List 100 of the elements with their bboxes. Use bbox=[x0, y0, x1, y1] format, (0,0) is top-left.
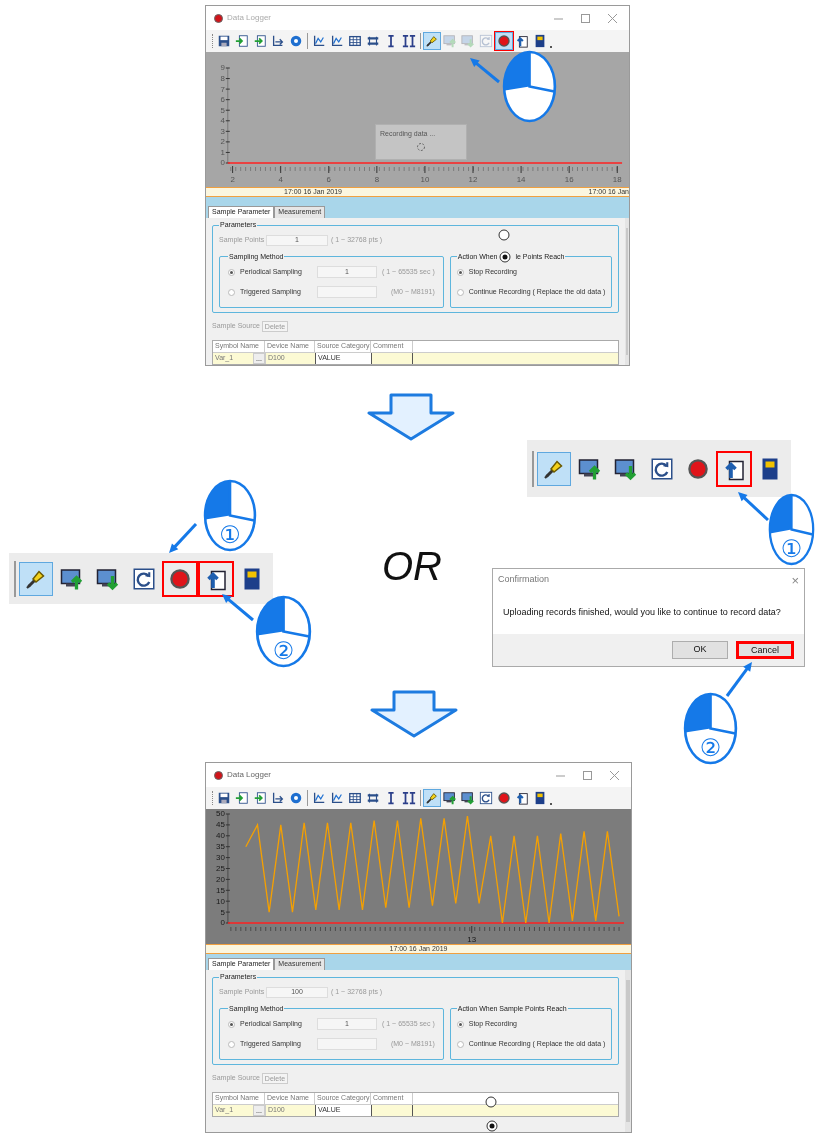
x-tick: 16 bbox=[564, 165, 574, 184]
radio-circle-icon bbox=[498, 229, 510, 241]
toolbar-button[interactable] bbox=[164, 562, 196, 595]
y-tick: 10 bbox=[216, 896, 231, 906]
radio-button[interactable] bbox=[456, 288, 464, 296]
step-number: ② bbox=[271, 638, 296, 664]
input-field[interactable] bbox=[317, 1038, 377, 1050]
radio-button[interactable] bbox=[228, 1040, 235, 1048]
y-tick-label: 3 bbox=[220, 126, 226, 136]
radio-button[interactable] bbox=[228, 268, 235, 276]
dialog-button[interactable]: OK bbox=[672, 641, 728, 659]
x-tick-label: 10 bbox=[420, 174, 430, 185]
y-tick-label: 0 bbox=[220, 918, 226, 928]
y-tick-label: 40 bbox=[216, 831, 226, 841]
line-chart-icon bbox=[312, 791, 326, 805]
pointer-arrow bbox=[169, 522, 198, 553]
window-title: Data Logger bbox=[227, 769, 272, 781]
y-tick-label: 8 bbox=[220, 74, 226, 84]
toolbar-button[interactable] bbox=[718, 452, 750, 485]
mouse-icon bbox=[683, 692, 738, 765]
pointer-arrow bbox=[470, 58, 500, 84]
document-upload-icon bbox=[515, 791, 529, 805]
x-tick: 4 bbox=[278, 165, 283, 184]
record-icon bbox=[168, 566, 192, 591]
toolbar-button[interactable] bbox=[401, 790, 417, 806]
x-tick-label: 6 bbox=[326, 174, 332, 185]
toolbar-button[interactable] bbox=[514, 790, 530, 806]
toolbar-button[interactable] bbox=[329, 790, 345, 806]
close-icon[interactable] bbox=[608, 13, 617, 23]
x-tick: 6 bbox=[326, 165, 331, 184]
step-number: ② bbox=[698, 735, 723, 761]
toolbar-button[interactable] bbox=[347, 33, 363, 49]
scrollbar[interactable] bbox=[625, 218, 629, 365]
y-tick-label: 4 bbox=[220, 116, 226, 126]
toolbar-button[interactable] bbox=[311, 790, 327, 806]
monitor-arrow-icon bbox=[96, 566, 120, 591]
y-tick: 5 bbox=[220, 105, 231, 115]
y-tick-label: 15 bbox=[216, 885, 226, 895]
toolbar-button[interactable] bbox=[401, 33, 417, 49]
y-tick: 35 bbox=[216, 842, 231, 852]
radio-selected-icon bbox=[499, 251, 511, 263]
maximize-icon[interactable] bbox=[581, 13, 590, 23]
toolbar-button[interactable] bbox=[478, 790, 494, 806]
dialog-button[interactable]: Cancel bbox=[736, 641, 794, 659]
maximize-icon[interactable] bbox=[583, 770, 592, 780]
toolbar-button[interactable] bbox=[496, 790, 512, 806]
app-logo-icon bbox=[214, 770, 223, 780]
x-tick-label: 18 bbox=[612, 174, 623, 185]
toolbar-button[interactable] bbox=[460, 790, 476, 806]
x-tick-label: 12 bbox=[468, 174, 478, 185]
y-tick-label: 45 bbox=[216, 820, 226, 830]
mouse-icon bbox=[255, 595, 312, 668]
toolbar-button[interactable] bbox=[311, 33, 327, 49]
refresh-icon bbox=[650, 456, 674, 481]
radio-button[interactable] bbox=[456, 1020, 464, 1028]
toolbar-button[interactable] bbox=[347, 790, 363, 806]
radio-button[interactable] bbox=[228, 288, 235, 296]
record-icon bbox=[497, 34, 511, 48]
toolbar-button[interactable] bbox=[442, 790, 458, 806]
down-arrow-icon bbox=[370, 690, 458, 738]
y-tick-label: 5 bbox=[220, 105, 226, 115]
gear-icon bbox=[289, 791, 303, 805]
x-tick-label: 8 bbox=[374, 174, 380, 185]
toolbar-button[interactable] bbox=[216, 790, 232, 806]
document-upload-icon bbox=[515, 34, 529, 48]
chart-arrow-icon bbox=[271, 34, 285, 48]
refresh-icon bbox=[132, 566, 156, 591]
y-tick-label: 6 bbox=[220, 95, 226, 105]
radio-circle-icon bbox=[485, 1096, 497, 1108]
toolbar-button[interactable] bbox=[329, 33, 345, 49]
toolbar-button[interactable] bbox=[216, 33, 232, 49]
toolbar-button[interactable] bbox=[514, 33, 530, 49]
app-logo-icon bbox=[214, 13, 223, 23]
toolbar-button[interactable] bbox=[270, 33, 286, 49]
refresh-icon bbox=[479, 791, 493, 805]
radio-button[interactable] bbox=[456, 268, 464, 276]
refresh-icon bbox=[479, 34, 493, 48]
y-tick: 3 bbox=[220, 126, 231, 136]
double-i-beam-icon bbox=[402, 791, 416, 805]
y-tick: 40 bbox=[216, 831, 231, 841]
close-icon[interactable] bbox=[610, 770, 619, 780]
x-tick: 10 bbox=[420, 165, 430, 184]
spinner-icon bbox=[416, 141, 426, 152]
input-field[interactable] bbox=[317, 286, 377, 298]
plug-icon bbox=[425, 791, 439, 805]
y-tick: 30 bbox=[216, 853, 231, 863]
close-button[interactable]: × bbox=[791, 573, 799, 587]
y-tick: 45 bbox=[216, 820, 231, 830]
scrollbar[interactable] bbox=[625, 970, 631, 1132]
y-tick: 1 bbox=[220, 147, 231, 157]
down-arrow-icon bbox=[367, 393, 455, 441]
x-tick-label: 16 bbox=[564, 174, 575, 185]
line-chart-icon bbox=[330, 34, 344, 48]
memory-card-icon bbox=[533, 34, 547, 48]
toolbar-button[interactable] bbox=[200, 562, 232, 595]
radio-button[interactable] bbox=[228, 1020, 235, 1028]
x-tick-label: 14 bbox=[516, 174, 527, 185]
toolbar-button[interactable] bbox=[270, 790, 286, 806]
radio-button[interactable] bbox=[456, 1040, 464, 1048]
gear-icon bbox=[289, 34, 303, 48]
